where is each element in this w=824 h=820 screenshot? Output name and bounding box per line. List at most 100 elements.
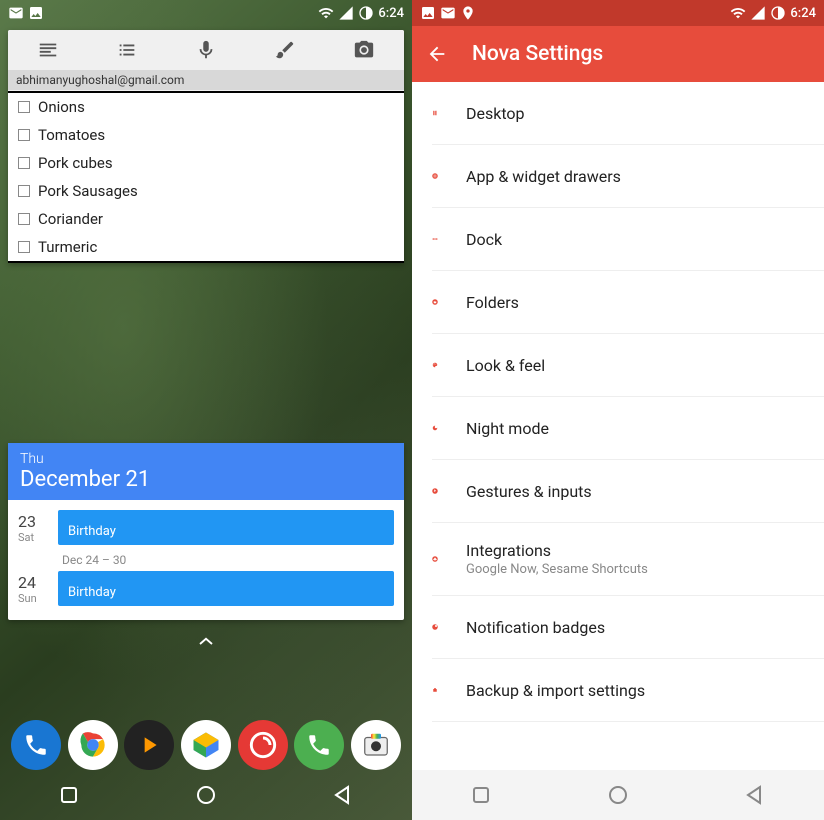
settings-item-night[interactable]: Night mode — [432, 397, 824, 460]
checkbox-icon[interactable] — [18, 185, 30, 197]
battery-icon — [770, 5, 786, 21]
nav-home-button[interactable] — [194, 783, 218, 807]
note-label: Pork cubes — [38, 154, 113, 172]
item-label: Folders — [466, 293, 804, 312]
dock-camera-icon[interactable] — [351, 720, 401, 770]
checkbox-icon[interactable] — [18, 241, 30, 253]
note-item[interactable]: Coriander — [8, 205, 404, 233]
app-drawer-handle[interactable] — [0, 632, 412, 651]
status-bar-left: 6:24 — [0, 0, 412, 26]
wifi-icon — [318, 5, 334, 21]
nav-back-button[interactable] — [743, 783, 767, 807]
item-label: App & widget drawers — [466, 167, 804, 186]
event-daynum: 24 — [18, 573, 52, 592]
settings-item-drawers[interactable]: App & widget drawers — [432, 145, 824, 208]
status-time: 6:24 — [378, 6, 404, 21]
battery-icon — [358, 5, 374, 21]
settings-item-gestures[interactable]: Gestures & inputs — [432, 460, 824, 523]
dock-whatsapp-icon[interactable] — [294, 720, 344, 770]
item-label: Look & feel — [466, 356, 804, 375]
event-block[interactable]: Birthday — [58, 571, 394, 606]
chevron-up-icon — [197, 635, 215, 647]
brush-icon[interactable] — [274, 39, 296, 61]
checkbox-icon[interactable] — [18, 101, 30, 113]
notes-body: Onions Tomatoes Pork cubes Pork Sausages… — [8, 91, 404, 263]
signal-icon — [338, 5, 354, 21]
badge-icon — [412, 614, 438, 640]
plugin-icon — [412, 546, 438, 572]
dock-icon — [412, 226, 438, 252]
list-icon[interactable] — [116, 39, 138, 61]
backup-icon — [412, 677, 438, 703]
settings-item-backup[interactable]: Backup & import settings — [432, 659, 824, 722]
gesture-icon — [412, 478, 438, 504]
item-label: Integrations — [466, 541, 804, 560]
moon-icon — [412, 415, 438, 441]
settings-item-folders[interactable]: Folders — [432, 271, 824, 334]
item-sublabel: Google Now, Sesame Shortcuts — [466, 562, 804, 577]
calendar-events: 23Sat Birthday Dec 24 – 30 24Sun Birthda… — [8, 500, 404, 620]
grid-icon — [412, 163, 438, 189]
calendar-widget[interactable]: Thu December 21 23Sat Birthday Dec 24 – … — [8, 443, 404, 620]
home-screen: 6:24 abhimanyughoshal@gmail.com Onions T… — [0, 0, 412, 820]
calendar-date: December 21 — [20, 467, 392, 492]
note-item[interactable]: Pork Sausages — [8, 177, 404, 205]
nova-settings-screen: 6:24 Nova Settings Desktop App & widget … — [412, 0, 824, 820]
status-time: 6:24 — [790, 6, 816, 21]
item-label: Notification badges — [466, 618, 804, 637]
image-icon — [28, 5, 44, 21]
note-item[interactable]: Turmeric — [8, 233, 404, 261]
note-label: Onions — [38, 98, 85, 116]
desktop-icon — [412, 100, 438, 126]
mic-icon[interactable] — [195, 39, 217, 61]
note-item[interactable]: Pork cubes — [8, 149, 404, 177]
item-label: Desktop — [466, 104, 804, 123]
calendar-dow: Thu — [20, 451, 392, 467]
note-item[interactable]: Onions — [8, 93, 404, 121]
nav-recent-button[interactable] — [57, 783, 81, 807]
dock-files-icon[interactable] — [181, 720, 231, 770]
settings-title: Nova Settings — [472, 42, 603, 66]
item-label: Gestures & inputs — [466, 482, 804, 501]
settings-item-integrations[interactable]: Integrations Google Now, Sesame Shortcuts — [432, 523, 824, 596]
paragraph-icon[interactable] — [37, 39, 59, 61]
event-dayname: Sun — [18, 592, 52, 605]
note-label: Pork Sausages — [38, 182, 138, 200]
dock-phone-icon[interactable] — [11, 720, 61, 770]
camera-icon[interactable] — [353, 39, 375, 61]
settings-item-desktop[interactable]: Desktop — [432, 82, 824, 145]
checkbox-icon[interactable] — [18, 129, 30, 141]
signal-icon — [750, 5, 766, 21]
folder-icon — [412, 289, 438, 315]
dock-pocketcasts-icon[interactable] — [238, 720, 288, 770]
item-label: Night mode — [466, 419, 804, 438]
event-daynum: 23 — [18, 512, 52, 531]
gmail-icon — [8, 5, 24, 21]
settings-list[interactable]: Desktop App & widget drawers Dock Folder… — [412, 82, 824, 770]
calendar-range: Dec 24 – 30 — [62, 553, 394, 567]
note-item[interactable]: Tomatoes — [8, 121, 404, 149]
checkbox-icon[interactable] — [18, 157, 30, 169]
notes-toolbar — [8, 30, 404, 70]
calendar-event-row[interactable]: 23Sat Birthday — [18, 510, 394, 545]
calendar-header[interactable]: Thu December 21 — [8, 443, 404, 500]
note-label: Tomatoes — [38, 126, 105, 144]
dock-playmusic-icon[interactable] — [124, 720, 174, 770]
event-title: Birthday — [68, 524, 116, 539]
nav-recent-button[interactable] — [469, 783, 493, 807]
dock-chrome-icon[interactable] — [68, 720, 118, 770]
event-block[interactable]: Birthday — [58, 510, 394, 545]
settings-item-dock[interactable]: Dock — [432, 208, 824, 271]
calendar-event-row[interactable]: 24Sun Birthday — [18, 571, 394, 606]
dock — [0, 720, 412, 770]
nav-back-button[interactable] — [331, 783, 355, 807]
maps-icon — [460, 5, 476, 21]
image-icon — [420, 5, 436, 21]
settings-item-look[interactable]: Look & feel — [432, 334, 824, 397]
back-arrow-icon[interactable] — [426, 43, 448, 65]
settings-item-badges[interactable]: Notification badges — [432, 596, 824, 659]
notes-widget[interactable]: abhimanyughoshal@gmail.com Onions Tomato… — [8, 30, 404, 263]
checkbox-icon[interactable] — [18, 213, 30, 225]
nav-home-button[interactable] — [606, 783, 630, 807]
note-label: Coriander — [38, 210, 103, 228]
